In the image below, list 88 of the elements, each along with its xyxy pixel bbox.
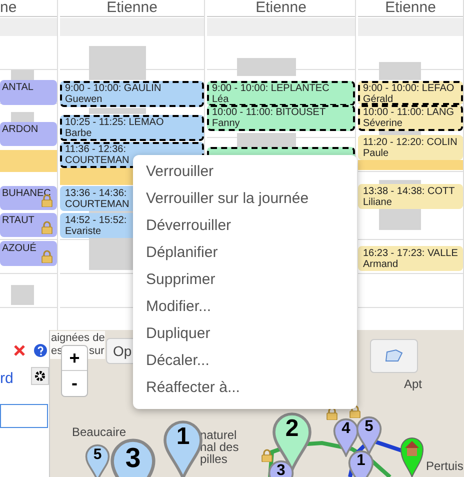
settings-button[interactable]	[31, 367, 49, 385]
marker-number: 5	[364, 419, 374, 435]
customer-name: Armand	[363, 259, 398, 270]
customer-name: Barbe	[65, 128, 92, 139]
unavailable-slot	[11, 285, 34, 305]
column-header: Etienne	[385, 0, 436, 16]
appointment-card[interactable]: BUHANEC	[0, 186, 57, 210]
appointment-time: AZOUÉ	[2, 243, 36, 254]
appointment-card[interactable]: 10:25 - 11:25: LEMAO Barbe	[60, 115, 204, 141]
customer-name: Paule	[363, 148, 389, 159]
map-marker[interactable]: 5	[85, 444, 110, 477]
appointment-card[interactable]: 9:00 - 10:00: LEFAO Gérald	[358, 81, 463, 105]
unavailable-slot	[379, 62, 421, 80]
appointment-card[interactable]: 9:00 - 10:00: GAULIN Guewen	[60, 81, 204, 107]
marker-number: 4	[340, 421, 352, 437]
appointment-card[interactable]: 13:38 - 14:38: COTT Liliane	[358, 184, 463, 209]
appointment-time: 13:36 - 14:36:	[65, 188, 127, 199]
appointment-card[interactable]: 9:00 - 10:00: LEPLANTEC Léa	[207, 81, 355, 106]
appointment-time: 10:25 - 11:25: LEMAO	[65, 117, 164, 128]
unavailable-slot	[11, 112, 34, 122]
customer-name: Guewen	[65, 94, 102, 105]
home-marker-icon	[400, 437, 424, 477]
settings-icon	[34, 370, 46, 382]
customer-name: Séverine	[363, 118, 402, 129]
appointment-time: 11:36 - 12:36:	[65, 144, 126, 155]
customer-name: Gérald	[363, 94, 394, 105]
draw-polygon-button[interactable]	[370, 339, 418, 373]
appointment-time: 9:00 - 10:00: GAULIN	[65, 83, 162, 94]
menu-item[interactable]: Supprimer	[133, 266, 357, 293]
customer-name: Léa	[212, 94, 229, 105]
appointment-card[interactable]: 11:20 - 12:20: COLIN Paule	[358, 135, 463, 160]
appointment-card[interactable]: AZOUÉ	[0, 241, 57, 266]
appointment-time: ARDON	[2, 124, 38, 135]
unavailable-slot	[88, 46, 146, 80]
map-place-label: nal des	[200, 441, 239, 453]
marker-number: 3	[124, 444, 142, 472]
appointment-time: 9:00 - 10:00: LEFAO	[363, 83, 454, 94]
unavailable-slot	[88, 108, 146, 114]
customer-name: Fanny	[212, 118, 240, 129]
zoom-out-button[interactable]: -	[62, 371, 87, 396]
appointment-time: 9:00 - 10:00: LEPLANTEC	[212, 83, 330, 94]
appointment-time: 14:52 - 15:52:	[65, 215, 127, 226]
appointment-time: 16:23 - 17:23: VALLE	[363, 248, 458, 259]
banner-text: aignées de	[51, 332, 105, 345]
map-place-label: Pertuis	[426, 460, 464, 472]
column-header: Etienne	[256, 0, 306, 16]
appointment-time: RTAUT	[2, 215, 34, 226]
customer-name: Evariste	[65, 226, 102, 237]
column-header: ne	[0, 0, 17, 16]
appointment-time: 11:20 - 12:20: COLIN	[363, 137, 458, 148]
zoom-in-button[interactable]: +	[62, 346, 87, 371]
map-place-label: Apt	[404, 378, 422, 390]
appointment-time: ANTAL	[2, 82, 34, 93]
map-place-label: Beaucaire	[72, 426, 126, 438]
panel-tab-label[interactable]: rd	[0, 370, 14, 388]
appointment-time: 10:00 - 11:00: LANG	[363, 107, 454, 118]
customer-name: COURTEMAN	[65, 155, 130, 166]
appointment-card[interactable]: ANTAL	[0, 80, 57, 105]
appointment-card[interactable]: RTAUT	[0, 213, 57, 237]
menu-item[interactable]: Modifier...	[133, 293, 357, 320]
customer-name: Liliane	[363, 197, 392, 208]
menu-item[interactable]: Déplanifier	[133, 239, 357, 266]
search-field[interactable]	[0, 404, 48, 428]
marker-number: 1	[175, 424, 191, 449]
close-icon[interactable]	[14, 345, 25, 356]
help-icon[interactable]	[34, 344, 47, 357]
appointment-time: 13:38 - 14:38: COTT	[363, 186, 455, 197]
unavailable-slot	[236, 133, 296, 147]
map-marker[interactable]: 5	[356, 416, 382, 455]
appointment-card[interactable]: ARDON	[0, 122, 57, 146]
marker-number: 2	[284, 416, 300, 441]
all-day-band	[0, 18, 57, 36]
map-marker[interactable]: 1	[348, 450, 374, 477]
appointment-time: BUHANEC	[2, 188, 51, 199]
appointment-card[interactable]: 10:00 - 11:00: LANG Séverine	[358, 105, 463, 131]
map-place-label: pilles	[200, 453, 228, 465]
banner-text: sur	[89, 345, 104, 358]
appointment-time: 10:00 - 11:00: BITOUSET	[212, 107, 326, 118]
appointment-card[interactable]: 10:00 - 11:00: BITOUSET Fanny	[207, 105, 355, 131]
appointment-card[interactable]: 16:23 - 17:23: VALLE Armand	[358, 246, 463, 271]
marker-number: 5	[92, 447, 103, 462]
column-header: Etienne	[106, 0, 158, 16]
customer-name: COURTEMAN	[65, 199, 130, 210]
unavailable-slot	[236, 58, 296, 76]
map-marker[interactable]: 3	[268, 460, 294, 477]
map-place-label: naturel	[200, 429, 237, 441]
menu-item[interactable]: Réaffecter à...	[133, 374, 357, 401]
polygon-icon	[384, 349, 404, 363]
